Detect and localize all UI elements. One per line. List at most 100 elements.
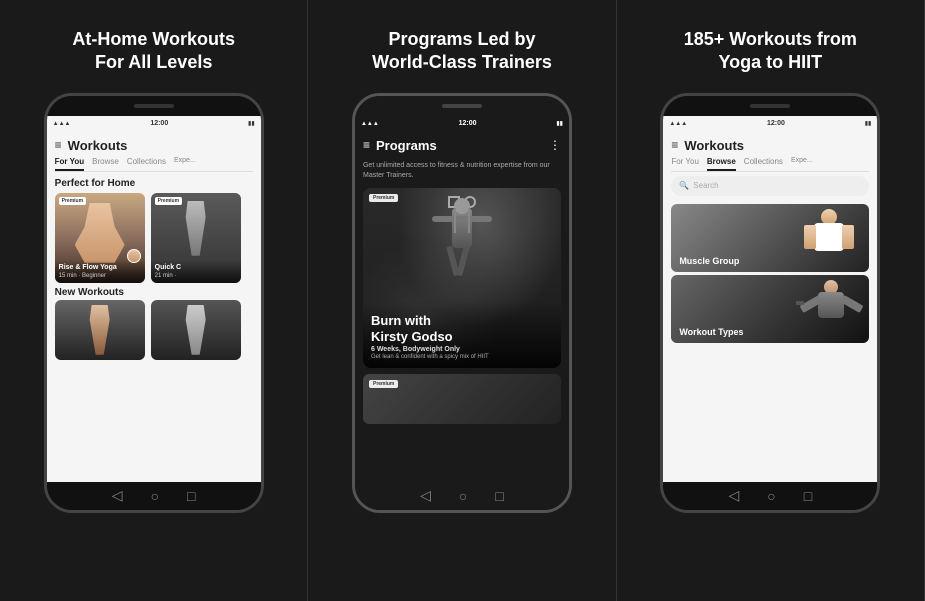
rope-right (468, 208, 470, 233)
phone2-battery: ▮▮ (556, 120, 563, 127)
home-nav-icon[interactable]: ○ (151, 488, 159, 504)
back-nav-icon2[interactable]: ◁ (420, 487, 431, 504)
phone2-carrier: ▲▲▲ (361, 121, 379, 127)
phone2-screen: ≡ Programs ⋮ Get unlimited access to fit… (355, 132, 569, 482)
phone3-battery: ▮▮ (865, 120, 872, 127)
tab3-browse[interactable]: Browse (707, 157, 736, 171)
panel2-title-line2: World-Class Trainers (372, 52, 552, 72)
main-program-card[interactable]: Premium Burn withKirsty Godso 6 Weeks, B… (363, 188, 561, 368)
browse-grid: Muscle Group Workout (663, 200, 877, 482)
tab-for-you[interactable]: For You (55, 157, 84, 171)
tab-expert[interactable]: Expe... (174, 157, 196, 171)
quick-card-title: Quick C (155, 264, 237, 272)
phone3-tabs: For You Browse Collections Expe... (663, 153, 877, 171)
search-icon: 🔍 (679, 181, 689, 190)
quick-card-info: Quick C 21 min · (151, 260, 241, 282)
panel3-title: 185+ Workouts from Yoga to HIIT (684, 28, 857, 75)
phone3-speaker (750, 104, 790, 108)
tab3-expert[interactable]: Expe... (791, 157, 813, 171)
phone3-status-bar: ▲▲▲ 12:00 ▮▮ (663, 116, 877, 132)
phone2-time: 12:00 (459, 120, 477, 127)
phone3-app-header: ≡ Workouts (663, 132, 877, 153)
muscle-arm-right (842, 225, 854, 249)
program-subtitle: 6 Weeks, Bodyweight Only (371, 346, 553, 353)
new-card-1[interactable] (55, 300, 145, 360)
recents-nav-icon[interactable]: □ (187, 488, 195, 504)
yoga-person (75, 203, 125, 263)
phone1-battery: ▮▮ (248, 120, 255, 127)
main-card-premium-badge: Premium (369, 194, 398, 202)
muscle-person-figure (804, 209, 854, 269)
phone1-app-header: ≡ Workouts (47, 132, 261, 153)
rope-left (454, 208, 456, 233)
browse-hamburger-icon: ≡ (671, 138, 678, 152)
panel-browse: 185+ Workouts from Yoga to HIIT ▲▲▲ 12:0… (617, 0, 925, 601)
tab3-for-you[interactable]: For You (671, 157, 699, 171)
home-nav-icon3[interactable]: ○ (767, 488, 775, 504)
second-program-card[interactable]: Premium (363, 374, 561, 424)
card-yoga[interactable]: Premium Rise & Flow Yoga 15 min · Beginn… (55, 193, 145, 283)
tab-collections[interactable]: Collections (127, 157, 166, 171)
recents-nav-icon3[interactable]: □ (804, 488, 812, 504)
second-card-badge: Premium (369, 380, 398, 388)
phone2-bottom-bar: ◁ ○ □ (355, 482, 569, 510)
phone1-top-bar (47, 96, 261, 116)
panel-at-home: At-Home Workouts For All Levels ▲▲▲ 12:0… (0, 0, 308, 601)
tab3-collections[interactable]: Collections (744, 157, 783, 171)
programs-description: Get unlimited access to fitness & nutrit… (355, 157, 569, 185)
new-card-person (80, 305, 120, 355)
types-dumbbell-right (841, 295, 864, 313)
recents-nav-icon2[interactable]: □ (495, 488, 503, 504)
program-card-overlay: Burn withKirsty Godso 6 Weeks, Bodyweigh… (363, 301, 561, 368)
types-person-figure (804, 280, 859, 342)
muscle-arm-left (804, 225, 816, 249)
phone3-screen: ≡ Workouts For You Browse Collections Ex… (663, 132, 877, 482)
new-card-person2 (176, 305, 216, 355)
phone2-top-bar (355, 96, 569, 116)
phone2-speaker (442, 104, 482, 108)
types-torso (818, 292, 844, 318)
programs-hamburger-icon: ≡ (363, 138, 370, 152)
trainer-circle (127, 249, 141, 263)
phone3-top-bar (663, 96, 877, 116)
phone1-screen: ≡ Workouts For You Browse Collections Ex… (47, 132, 261, 482)
browse-card-types[interactable]: Workout Types (671, 275, 869, 343)
muscle-torso (814, 223, 844, 251)
phone2-app-title: Programs (376, 138, 543, 153)
muscle-group-label: Muscle Group (679, 256, 739, 266)
workout-cards: Premium Rise & Flow Yoga 15 min · Beginn… (47, 193, 261, 283)
yoga-premium-badge: Premium (59, 197, 86, 205)
panel3-title-line1: 185+ Workouts from (684, 29, 857, 49)
dumbbell-weight-left (796, 301, 804, 305)
search-placeholder-text: Search (693, 181, 718, 190)
program-title: Burn withKirsty Godso (371, 313, 553, 344)
tab-browse[interactable]: Browse (92, 157, 119, 171)
home-nav-icon2[interactable]: ○ (459, 488, 467, 504)
browse-card-muscle[interactable]: Muscle Group (671, 204, 869, 272)
panel2-title-line1: Programs Led by (388, 29, 535, 49)
jump-figure (432, 208, 492, 298)
phone3-bottom-bar: ◁ ○ □ (663, 482, 877, 510)
back-nav-icon3[interactable]: ◁ (728, 487, 739, 504)
panel1-title: At-Home Workouts For All Levels (72, 28, 235, 75)
back-nav-icon[interactable]: ◁ (112, 487, 123, 504)
phone3-time: 12:00 (767, 120, 785, 127)
figure-arms (432, 216, 492, 222)
phone1-app-title: Workouts (68, 138, 253, 153)
panel1-title-line2: For All Levels (95, 52, 212, 72)
phone3-app-title: Workouts (684, 138, 869, 153)
phone1-time: 12:00 (150, 120, 168, 127)
phone3-carrier: ▲▲▲ (669, 121, 687, 127)
quick-card-subtitle: 21 min · (155, 273, 237, 279)
new-card-2[interactable] (151, 300, 241, 360)
search-bar[interactable]: 🔍 Search (671, 176, 869, 196)
quick-person (176, 201, 216, 256)
phone3: ▲▲▲ 12:00 ▮▮ ≡ Workouts For You Browse C… (660, 93, 880, 513)
second-card-premium: Premium (369, 380, 398, 388)
quick-premium-badge: Premium (155, 197, 182, 205)
phone1-tabs: For You Browse Collections Expe... (47, 153, 261, 171)
card-quick[interactable]: Premium Quick C 21 min · (151, 193, 241, 283)
panel3-title-line2: Yoga to HIIT (718, 52, 822, 72)
phone2-app-header: ≡ Programs ⋮ (355, 132, 569, 157)
phone1-carrier: ▲▲▲ (53, 121, 71, 127)
